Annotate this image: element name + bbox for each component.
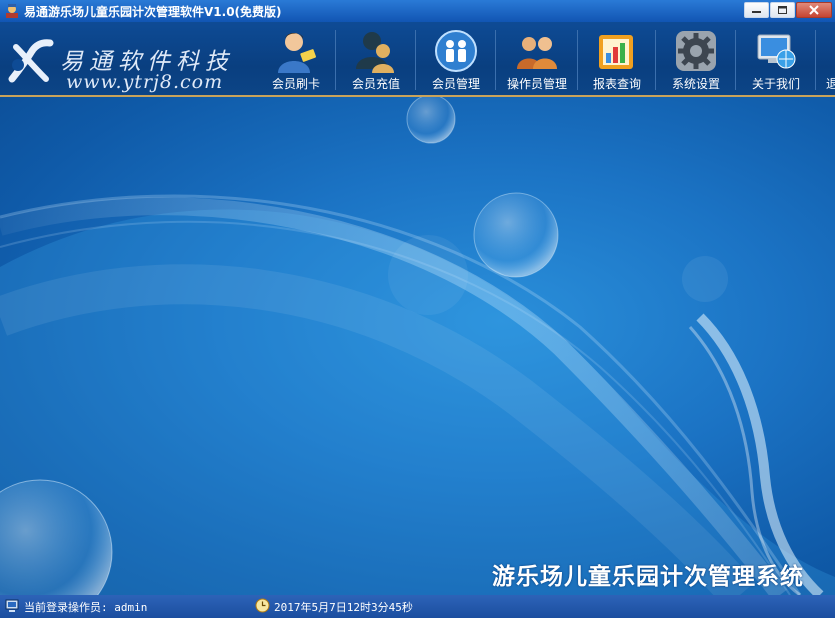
report-query-icon — [599, 35, 633, 69]
operator-manage-icon — [517, 37, 557, 69]
toolbar-label: 报表查询 — [592, 77, 641, 91]
toolbar-label: 会员充值 — [351, 77, 400, 91]
toolbar-label: 系统设置 — [671, 77, 720, 91]
current-datetime-text: 2017年5月7日12时3分45秒 — [274, 601, 413, 614]
toolbar-exit[interactable]: 退 — [817, 22, 835, 94]
app-icon — [6, 4, 18, 18]
title-bar: 易通游乐场儿童乐园计次管理软件V1.0(免费版) — [0, 0, 835, 22]
status-bar: 当前登录操作员: admin 2017年5月7日12时3分45秒 — [0, 595, 835, 618]
computer-monitor-icon — [5, 599, 19, 612]
about-us-globe-icon — [757, 34, 796, 69]
desktop-brand-text: 游乐场儿童乐园计次管理系统 — [492, 564, 804, 590]
toolbar-label: 操作员管理 — [506, 77, 567, 91]
main-toolbar: 易通软件科技 www.ytrj8.com 会员刷卡 会员充值 会员管理 操作员管… — [0, 22, 835, 97]
company-website: www.ytrj8.com — [66, 71, 224, 93]
toolbar-separator — [655, 30, 656, 90]
toolbar-member-card-swipe[interactable]: 会员刷卡 — [257, 22, 335, 94]
toolbar-about-us[interactable]: 关于我们 — [737, 22, 815, 94]
toolbar-label: 会员管理 — [431, 77, 480, 91]
toolbar-separator — [495, 30, 496, 90]
close-icon — [809, 5, 819, 15]
toolbar-separator — [815, 30, 816, 90]
toolbar-separator — [335, 30, 336, 90]
company-logo-icon — [8, 39, 54, 83]
member-recharge-icon — [356, 32, 394, 73]
toolbar-report-query[interactable]: 报表查询 — [579, 22, 655, 94]
toolbar-system-settings[interactable]: 系统设置 — [657, 22, 735, 94]
toolbar-separator — [735, 30, 736, 90]
desktop-background-art — [0, 97, 835, 595]
settings-gear-icon — [676, 31, 716, 71]
toolbar-member-recharge[interactable]: 会员充值 — [337, 22, 415, 94]
desktop-area: 游乐场儿童乐园计次管理系统 — [0, 97, 835, 595]
current-operator-text: 当前登录操作员: admin — [24, 601, 148, 614]
window-title: 易通游乐场儿童乐园计次管理软件V1.0(免费版) — [24, 5, 282, 19]
member-manage-icon — [435, 30, 477, 72]
clock-icon — [255, 598, 270, 613]
toolbar-separator — [577, 30, 578, 90]
toolbar-member-manage[interactable]: 会员管理 — [417, 22, 495, 94]
toolbar-label: 关于我们 — [751, 77, 800, 91]
toolbar-separator — [415, 30, 416, 90]
member-card-swipe-icon — [278, 33, 317, 73]
maximize-button[interactable] — [770, 2, 795, 18]
minimize-button[interactable] — [744, 2, 769, 18]
close-button[interactable] — [796, 2, 832, 18]
toolbar-label: 退 — [826, 77, 835, 91]
maximize-icon — [778, 6, 787, 14]
toolbar-operator-manage[interactable]: 操作员管理 — [497, 22, 577, 94]
toolbar-label: 会员刷卡 — [271, 77, 320, 91]
minimize-icon — [752, 11, 761, 13]
